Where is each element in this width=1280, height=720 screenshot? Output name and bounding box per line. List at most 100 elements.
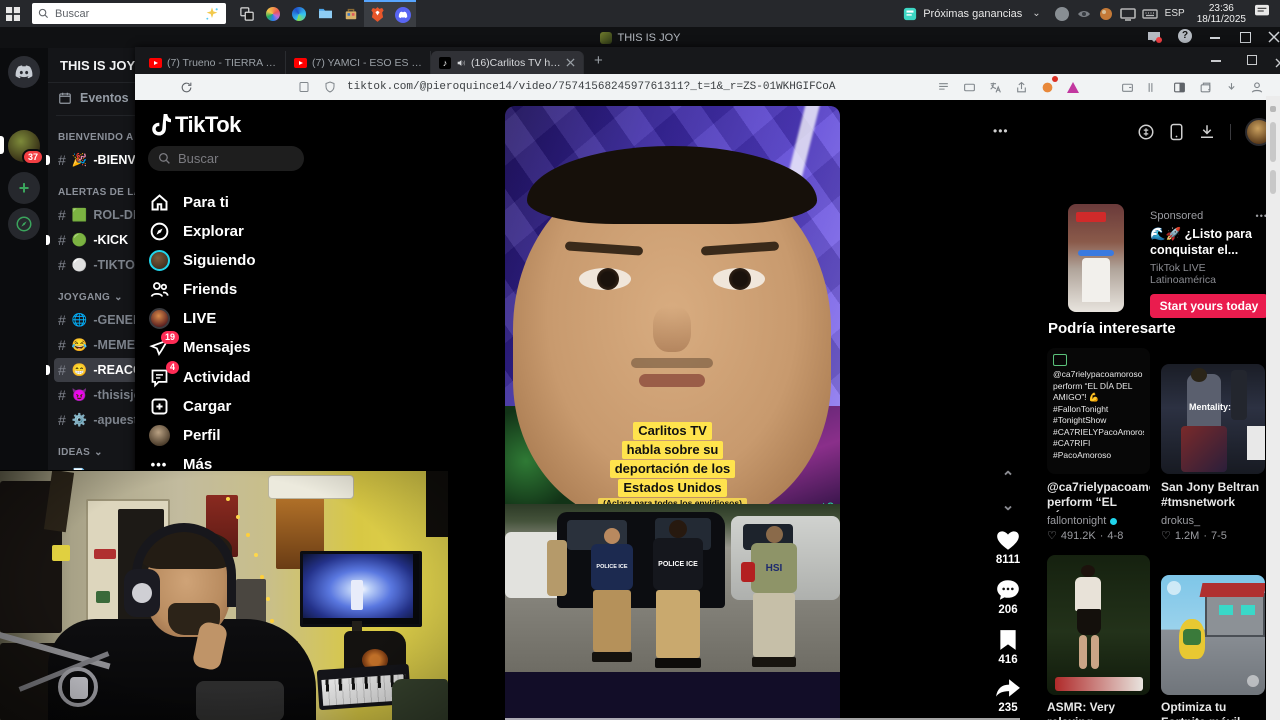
reader-mode-icon[interactable]: [934, 78, 952, 96]
tab-search-icon[interactable]: [1196, 78, 1214, 96]
suggestion-author[interactable]: fallontonight: [1047, 515, 1106, 527]
extension-badge: [1052, 76, 1058, 82]
tray-expand-chevron[interactable]: ⌄: [1032, 8, 1040, 19]
next-video-button[interactable]: ⌄: [1002, 496, 1015, 514]
nav-siguiendo[interactable]: Siguiendo: [147, 247, 256, 273]
discord-titlebar: THIS IS JOY: [0, 27, 1280, 48]
bookmark-bar-icon[interactable]: [295, 78, 313, 96]
nav-cargar[interactable]: Cargar: [147, 393, 231, 419]
browser-minimize-button[interactable]: [1211, 60, 1221, 62]
fullscreen-icon[interactable]: [960, 78, 978, 96]
discord-close-button[interactable]: [1268, 30, 1280, 48]
start-button[interactable]: [0, 0, 26, 27]
search-icon: [38, 8, 49, 19]
translate-icon[interactable]: [986, 78, 1004, 96]
nav-para-ti[interactable]: Para ti: [147, 189, 229, 215]
suggestion-date: 4-8: [1107, 529, 1124, 542]
tray-keyboard-icon[interactable]: [1141, 6, 1158, 22]
nav-friends[interactable]: Friends: [147, 276, 237, 302]
nav-mensajes[interactable]: 19 Mensajes: [147, 330, 251, 360]
discord-minimize-button[interactable]: [1210, 37, 1220, 39]
download-icon[interactable]: [1198, 123, 1216, 141]
channel-emoji: 🌐: [71, 312, 88, 327]
like-icon[interactable]: [995, 528, 1021, 552]
channel-emoji: 😂: [71, 337, 88, 352]
video-player[interactable]: △O HEADSHOT Carlitos TV habla sobre s: [505, 106, 840, 720]
edge-icon[interactable]: [286, 0, 312, 27]
browser-tab-2[interactable]: (7) YAMCI - ESO ES POR MI (official: [286, 51, 431, 74]
suggestion-4-thumbnail[interactable]: [1161, 575, 1265, 695]
suggestion-1-thumbnail[interactable]: @ca7rielypacoamoroso perform “EL DÍA DEL…: [1047, 348, 1150, 474]
sponsored-title[interactable]: 🌊🚀 ¿Listo para conquistar el...: [1150, 226, 1268, 258]
explore-servers-button[interactable]: [8, 208, 40, 240]
browser-tab-1[interactable]: (7) Trueno - TIERRA ZANTA (Red Bu: [141, 51, 286, 74]
share-icon[interactable]: [995, 678, 1021, 700]
split-view-icon[interactable]: [1144, 78, 1162, 96]
video-options-icon[interactable]: •••: [993, 124, 1009, 138]
comment-icon[interactable]: [995, 578, 1021, 602]
discord-home-button[interactable]: [8, 56, 40, 88]
wallet-icon[interactable]: [1118, 78, 1136, 96]
bookmark-icon[interactable]: [997, 628, 1019, 652]
tray-language[interactable]: ESP: [1165, 8, 1185, 19]
extensions-icon[interactable]: [1038, 76, 1058, 96]
server-avatar[interactable]: 37: [8, 130, 44, 165]
search-icon: [158, 152, 170, 164]
get-app-icon[interactable]: [1169, 123, 1184, 141]
tray-display-icon[interactable]: [1119, 6, 1136, 22]
site-shield-icon[interactable]: [321, 78, 339, 96]
share-icon[interactable]: [1012, 78, 1030, 96]
suggestion-date: 7-5: [1211, 529, 1227, 542]
unread-pill: [46, 365, 50, 375]
nav-perfil[interactable]: Perfil: [147, 422, 221, 448]
tray-nvidia-icon[interactable]: [1076, 6, 1092, 22]
sidebar-icon[interactable]: [1170, 78, 1188, 96]
discord-taskbar-icon[interactable]: [390, 0, 416, 27]
profile-icon[interactable]: [1248, 78, 1266, 96]
browser-maximize-button[interactable]: [1247, 55, 1257, 65]
nav-explorar[interactable]: Explorar: [147, 218, 244, 244]
discord-maximize-button[interactable]: [1240, 32, 1251, 43]
suggestion-2-meta[interactable]: San Jony Beltran #tmsnetwork #typ... dro…: [1161, 480, 1265, 542]
reload-icon[interactable]: [177, 78, 195, 96]
widgets-button[interactable]: Próximas ganancias: [903, 7, 1022, 21]
tab-close-icon[interactable]: [566, 58, 575, 67]
nav-actividad[interactable]: 4 Actividad: [147, 360, 251, 390]
downloads-icon[interactable]: [1222, 78, 1240, 96]
new-tab-button[interactable]: +: [594, 52, 603, 69]
notification-center-icon[interactable]: [1254, 4, 1270, 23]
store-icon[interactable]: [338, 0, 364, 27]
sponsored-cta-button[interactable]: Start yours today: [1150, 294, 1268, 318]
brave-rewards-icon[interactable]: [1064, 78, 1082, 96]
browser-close-button[interactable]: [1275, 55, 1280, 73]
suggestion-3-meta[interactable]: ASMR: Very relaxing, wonderful day! Full…: [1047, 700, 1150, 720]
help-icon[interactable]: ?: [1178, 29, 1192, 43]
url-bar[interactable]: tiktok.com/@pieroquince14/video/75741568…: [347, 81, 835, 93]
suggestion-caption: @ca7rielypacoamoroso perform “EL DÍA...: [1047, 480, 1150, 512]
task-view-icon[interactable]: [234, 0, 260, 27]
add-server-button[interactable]: +: [8, 172, 40, 204]
file-explorer-icon[interactable]: [312, 0, 338, 27]
tiktok-search-input[interactable]: Buscar: [148, 146, 304, 171]
copilot-icon[interactable]: [260, 0, 286, 27]
tiktok-logo[interactable]: TikTok: [149, 112, 241, 138]
browser-tab-3-active[interactable]: ♪ (16)Carlitos TV habla sobre ...: [431, 51, 584, 74]
taskbar-search-input[interactable]: Buscar: [32, 3, 226, 24]
tray-app-icon[interactable]: [1098, 6, 1114, 22]
suggestion-2-thumbnail[interactable]: Mentality:: [1161, 364, 1265, 474]
suggestion-author[interactable]: drokus_: [1161, 515, 1200, 527]
sponsored-thumbnail[interactable]: [1068, 204, 1124, 312]
brave-icon[interactable]: [364, 0, 390, 27]
prev-video-button[interactable]: ⌃: [1002, 468, 1015, 486]
inbox-icon[interactable]: [1146, 30, 1162, 44]
suggestions-heading: Podría interesarte: [1048, 320, 1176, 337]
coins-icon[interactable]: [1137, 123, 1155, 141]
vertical-tab-strip[interactable]: [1266, 96, 1280, 720]
suggestion-4-meta[interactable]: Optimiza tu Fortnite móvil para que te..…: [1161, 700, 1265, 720]
taskbar-clock[interactable]: 23:36 18/11/2025: [1197, 3, 1246, 25]
tray-discord-icon[interactable]: [1054, 6, 1070, 22]
nav-live[interactable]: LIVE: [147, 305, 216, 331]
suggestion-3-thumbnail[interactable]: [1047, 555, 1150, 695]
suggestion-1-meta[interactable]: @ca7rielypacoamoroso perform “EL DÍA... …: [1047, 480, 1150, 542]
calendar-icon: [59, 92, 71, 104]
